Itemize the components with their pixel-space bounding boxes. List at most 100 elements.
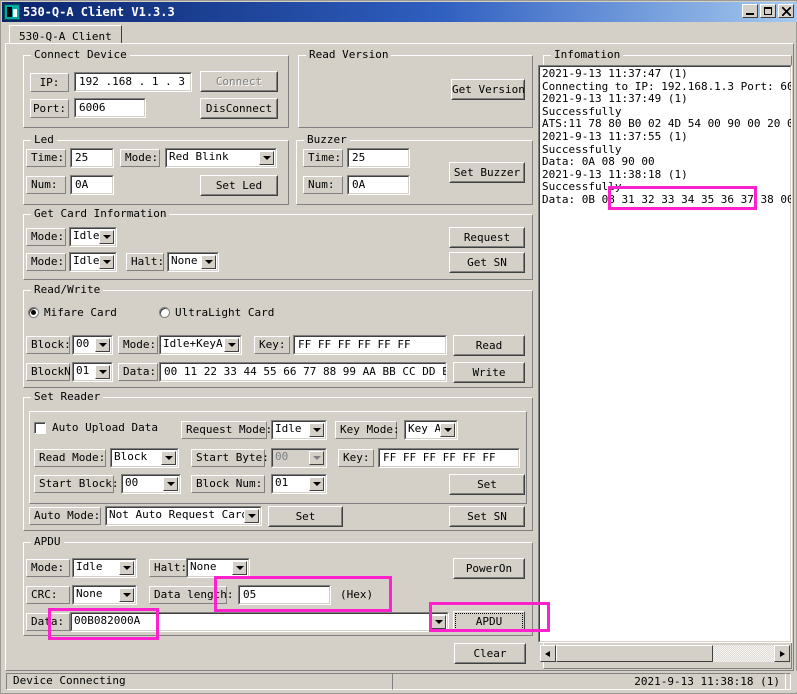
apdu-data-combobox[interactable]: 00B082000A	[70, 612, 449, 632]
key-mode-combobox[interactable]: Key A	[404, 420, 458, 440]
apdu-halt-label: Halt:	[149, 559, 187, 577]
request-button[interactable]: Request	[449, 227, 525, 248]
read-mode-label: Read Mode:	[34, 449, 106, 467]
chevron-down-icon[interactable]	[440, 423, 455, 437]
buzzer-num-input[interactable]: 0A	[347, 175, 410, 195]
chevron-down-icon[interactable]	[99, 230, 114, 244]
rw-blockn-combobox[interactable]: 01	[72, 362, 113, 382]
chevron-down-icon[interactable]	[309, 477, 324, 491]
start-byte-combobox[interactable]: 00	[271, 448, 327, 468]
chevron-down-icon[interactable]	[201, 255, 216, 269]
ip-value: 192 .168 . 1 . 3	[79, 75, 185, 88]
led-num-label: Num:	[26, 176, 66, 194]
maximize-icon[interactable]	[760, 4, 776, 18]
rw-mode-combobox[interactable]: Idle+KeyA	[159, 335, 242, 355]
chevron-down-icon[interactable]	[224, 338, 239, 352]
rw-block-combobox[interactable]: 00	[72, 335, 113, 355]
get-version-button[interactable]: Get Version	[451, 79, 525, 100]
group-caption-set-reader: Set Reader	[31, 391, 104, 402]
block-num-combobox[interactable]: 01	[271, 474, 327, 494]
apdu-mode-combobox[interactable]: Idle	[72, 558, 137, 578]
information-hscrollbar[interactable]	[540, 645, 790, 662]
apdu-halt-combobox[interactable]: None	[186, 558, 250, 578]
chevron-down-icon[interactable]	[163, 477, 178, 491]
led-time-label: Time:	[26, 149, 66, 167]
auto-mode-label: Auto Mode:	[29, 507, 101, 525]
chevron-down-icon[interactable]	[259, 151, 274, 165]
connect-button[interactable]: Connect	[200, 71, 278, 92]
start-block-label: Start Block:	[34, 475, 118, 493]
app-icon	[4, 4, 20, 20]
ip-input[interactable]: 192 .168 . 1 . 3	[74, 72, 192, 92]
chevron-down-icon[interactable]	[309, 423, 324, 437]
key-mode-label: Key Mode:	[335, 421, 400, 439]
apdu-mode-label: Mode:	[26, 559, 70, 577]
apdu-crc-combobox[interactable]: None	[72, 585, 137, 605]
set-buzzer-button[interactable]: Set Buzzer	[449, 162, 525, 183]
card-halt-combobox[interactable]: None	[167, 252, 219, 272]
chevron-down-icon[interactable]	[309, 451, 324, 465]
auto-upload-data-checkbox[interactable]: Auto Upload Data	[34, 421, 158, 435]
apdu-data-label: Data:	[26, 613, 70, 631]
minimize-icon[interactable]	[742, 4, 758, 18]
set-reader-key-input[interactable]: FF FF FF FF FF FF	[378, 448, 520, 468]
rw-key-input[interactable]: FF FF FF FF FF FF	[293, 335, 447, 355]
poweron-button[interactable]: PowerOn	[453, 558, 525, 579]
window-title: 530-Q-A Client V1.3.3	[23, 5, 175, 19]
chevron-down-icon[interactable]	[95, 338, 110, 352]
window-controls	[742, 4, 794, 18]
rw-data-label: Data:	[118, 363, 158, 381]
chevron-down-icon[interactable]	[119, 561, 134, 575]
chevron-down-icon[interactable]	[431, 615, 446, 629]
tab-530-q-a-client[interactable]: 530-Q-A Client	[9, 25, 122, 45]
ip-label: IP:	[30, 73, 69, 92]
request-mode-label: Request Mode:	[181, 421, 272, 439]
chevron-down-icon[interactable]	[161, 451, 176, 465]
chevron-down-icon[interactable]	[244, 509, 259, 523]
group-caption-led: Led	[31, 134, 57, 145]
start-block-combobox[interactable]: 00	[121, 474, 181, 494]
read-button[interactable]: Read	[453, 335, 525, 356]
read-mode-combobox[interactable]: Block	[110, 448, 179, 468]
clear-button[interactable]: Clear	[454, 643, 526, 664]
rw-data-input[interactable]: 00 11 22 33 44 55 66 77 88 99 AA BB CC D…	[159, 362, 447, 382]
request-mode-combobox[interactable]: Idle	[271, 420, 327, 440]
card-mode2-combobox[interactable]: Idle	[69, 252, 117, 272]
chevron-down-icon[interactable]	[95, 365, 110, 379]
close-icon[interactable]	[778, 4, 794, 18]
led-num-input[interactable]: 0A	[70, 175, 114, 195]
chevron-down-icon[interactable]	[99, 255, 114, 269]
hscroll-track[interactable]	[556, 645, 774, 662]
auto-mode-set-button[interactable]: Set	[268, 506, 343, 527]
group-caption-buzzer: Buzzer	[304, 134, 350, 145]
set-sn-button[interactable]: Set SN	[449, 506, 525, 527]
disconnect-button[interactable]: DisConnect	[200, 98, 278, 119]
hscroll-thumb[interactable]	[556, 645, 713, 662]
scroll-left-icon[interactable]	[540, 645, 556, 662]
chevron-down-icon[interactable]	[232, 561, 247, 575]
card-halt-label: Halt:	[126, 253, 164, 271]
buzzer-time-input[interactable]: 25	[347, 148, 410, 168]
set-reader-key-label: Key:	[338, 449, 374, 467]
group-caption-read-version: Read Version	[306, 49, 392, 60]
radio-mifare-card[interactable]: Mifare Card	[28, 306, 117, 320]
scroll-right-icon[interactable]	[774, 645, 790, 662]
application-window: 530-Q-A Client V1.3.3 530-Q-A Client Con…	[0, 0, 797, 694]
card-mode1-combobox[interactable]: Idle	[69, 227, 117, 247]
data-length-input[interactable]: 05	[238, 585, 331, 605]
led-mode-combobox[interactable]: Red Blink	[165, 148, 277, 168]
buzzer-time-label: Time:	[303, 149, 343, 167]
set-led-button[interactable]: Set Led	[200, 175, 278, 196]
status-bar: Device Connecting 2021-9-13 11:38:18 (1)	[2, 671, 797, 692]
information-line: Data: 0B 08 31 32 33 34 35 36 37 38 00 0…	[542, 192, 792, 206]
get-sn-button[interactable]: Get SN	[449, 252, 525, 273]
led-time-input[interactable]: 25	[70, 148, 114, 168]
apdu-button[interactable]: APDU	[453, 611, 525, 632]
write-button[interactable]: Write	[453, 362, 525, 383]
auto-mode-combobox[interactable]: Not Auto Request Card	[105, 506, 262, 526]
port-input[interactable]: 6006	[74, 98, 146, 118]
set-reader-set-button[interactable]: Set	[449, 474, 525, 495]
information-textarea[interactable]: 2021-9-13 11:37:47 (1) Connecting to IP: …	[538, 65, 792, 643]
radio-ultralight-card[interactable]: UltraLight Card	[159, 306, 274, 320]
chevron-down-icon[interactable]	[119, 588, 134, 602]
